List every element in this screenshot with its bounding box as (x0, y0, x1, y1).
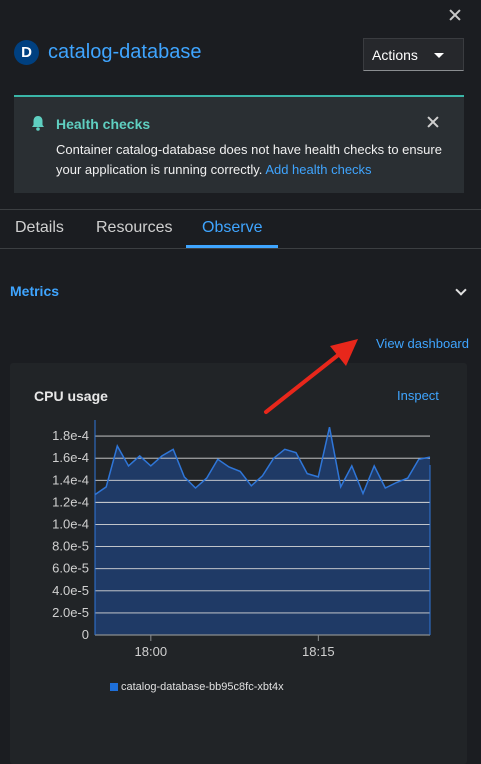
legend-swatch (110, 683, 118, 691)
y-tick-label: 1.6e-4 (52, 450, 89, 465)
alert-message: Container catalog-database does not have… (56, 140, 456, 180)
y-tick-label: 1.0e-4 (52, 516, 89, 531)
y-tick-label: 6.0e-5 (52, 561, 89, 576)
alert-title: Health checks (56, 116, 151, 132)
resource-title[interactable]: catalog-database (48, 41, 201, 64)
alert-close-icon[interactable] (426, 115, 440, 129)
y-tick-label: 1.2e-4 (52, 494, 89, 509)
tab-details[interactable]: Details (15, 219, 64, 237)
y-tick-label: 0 (82, 627, 89, 642)
y-tick-label: 8.0e-5 (52, 539, 89, 554)
x-tick-label: 18:00 (135, 644, 168, 659)
divider (0, 248, 481, 249)
tab-observe[interactable]: Observe (202, 219, 262, 237)
tab-resources[interactable]: Resources (96, 219, 172, 237)
legend-label: catalog-database-bb95c8fc-xbt4x (121, 681, 284, 693)
chart-legend: catalog-database-bb95c8fc-xbt4x (110, 681, 284, 693)
close-panel-icon[interactable] (446, 6, 464, 24)
panel-header: D catalog-database (14, 40, 201, 65)
actions-dropdown[interactable]: Actions (363, 38, 464, 71)
chevron-down-icon[interactable] (455, 284, 467, 296)
add-health-checks-link[interactable]: Add health checks (265, 162, 371, 177)
cpu-usage-chart: 0 2.0e-5 4.0e-5 6.0e-5 8.0e-5 1.0e-4 1.2e-4 1.4… (52, 420, 431, 659)
y-tick-label: 4.0e-5 (52, 583, 89, 598)
actions-label: Actions (372, 46, 418, 63)
cpu-usage-card: CPU usage Inspect 0 2.0e-5 4.0e-5 6.0e-5 8.0… (10, 363, 467, 764)
metrics-section-toggle[interactable]: Metrics (10, 283, 59, 299)
bell-icon (32, 116, 44, 131)
tab-bar: Details Resources Observe (0, 210, 481, 248)
caret-down-icon (434, 53, 444, 58)
y-tick-label: 1.4e-4 (52, 472, 89, 487)
resource-badge: D (14, 40, 39, 65)
health-checks-alert: Health checks Container catalog-database… (14, 95, 464, 193)
y-tick-label: 2.0e-5 (52, 605, 89, 620)
alert-body-text: Container catalog-database does not have… (56, 142, 442, 177)
x-tick-label: 18:15 (302, 644, 335, 659)
view-dashboard-link[interactable]: View dashboard (376, 336, 469, 351)
y-tick-label: 1.8e-4 (52, 428, 89, 443)
